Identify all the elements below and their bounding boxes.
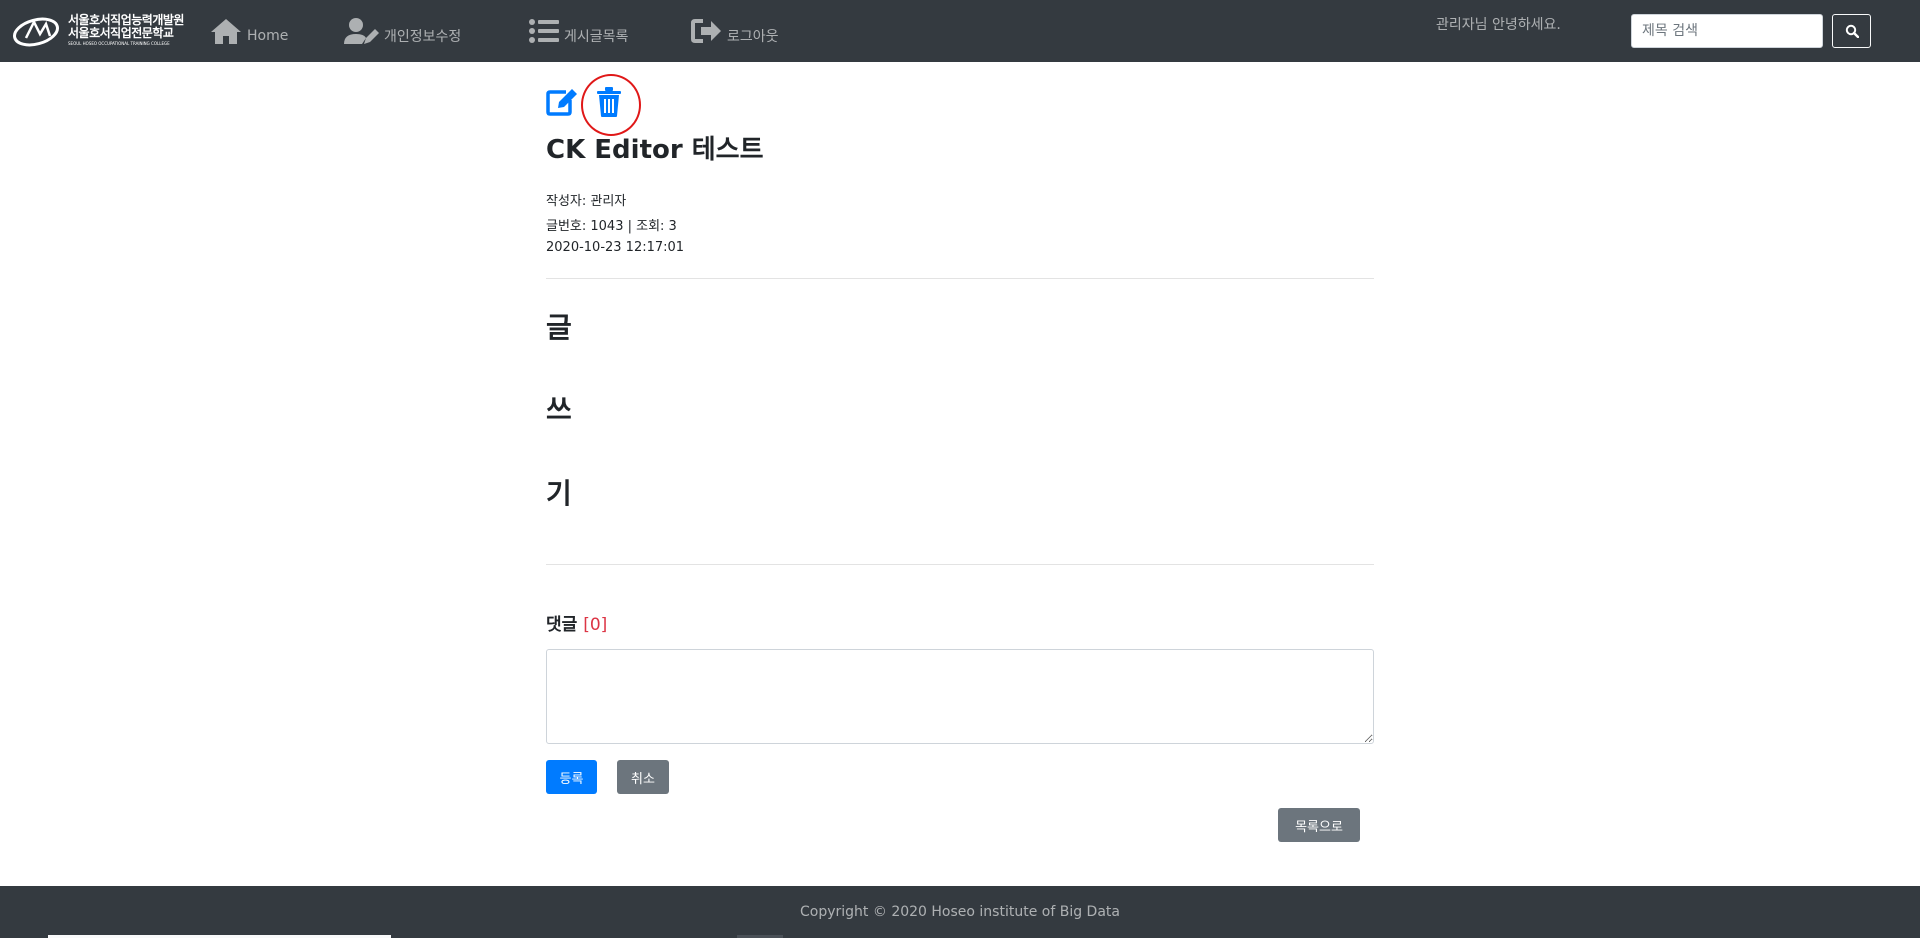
logo-line2: 서울호서직업전문학교 xyxy=(68,26,174,40)
post-author: 작성자: 관리자 xyxy=(546,194,627,209)
greeting-text: 관리자님 안녕하세요. xyxy=(1436,17,1561,33)
edit-post-button[interactable] xyxy=(543,84,579,120)
sign-out-icon xyxy=(691,19,721,43)
post-title: CK Editor 테스트 xyxy=(546,135,764,165)
brand-logo[interactable]: 서울호서직업능력개발원 서울호서직업전문학교 SEOUL HOSEO OCCUP… xyxy=(12,10,184,52)
search-button[interactable] xyxy=(1832,14,1871,48)
comments-label: 댓글 xyxy=(546,615,578,635)
logo-subtitle: SEOUL HOSEO OCCUPATIONAL TRAINING COLLEG… xyxy=(68,41,170,46)
nav-profile[interactable]: 개인정보수정 xyxy=(342,0,461,62)
divider-top xyxy=(546,278,1374,279)
comments-heading: 댓글 [0] xyxy=(546,610,607,635)
footer: Copyright © 2020 Hoseo institute of Big … xyxy=(0,886,1920,938)
nav-board-list-label: 게시글목록 xyxy=(564,29,629,45)
user-edit-icon xyxy=(344,18,379,44)
home-icon xyxy=(211,19,241,44)
comments-count: [0] xyxy=(583,615,608,635)
footer-copyright: Copyright © 2020 Hoseo institute of Big … xyxy=(800,904,1120,920)
edit-icon xyxy=(546,89,577,116)
post-number-views: 글번호: 1043 | 조회: 3 xyxy=(546,219,677,234)
search-input[interactable] xyxy=(1631,14,1823,48)
nav-home-label: Home xyxy=(247,28,289,44)
post-body-line: 기 xyxy=(546,477,572,510)
nav-profile-label: 개인정보수정 xyxy=(384,29,462,45)
post-body-line: 글 xyxy=(546,311,572,344)
back-to-list-button[interactable]: 목록으로 xyxy=(1278,808,1360,842)
nav-logout[interactable]: 로그아웃 xyxy=(691,0,779,62)
comment-cancel-button[interactable]: 취소 xyxy=(617,760,669,794)
post-date: 2020-10-23 12:17:01 xyxy=(546,240,685,255)
search-icon xyxy=(1845,24,1859,38)
nav-home[interactable]: Home xyxy=(209,0,288,62)
comment-input[interactable] xyxy=(546,649,1374,744)
list-icon xyxy=(529,19,559,43)
comment-submit-button[interactable]: 등록 xyxy=(546,760,597,794)
annotation-circle xyxy=(581,74,641,136)
divider-bottom xyxy=(546,564,1374,565)
top-navbar: 서울호서직업능력개발원 서울호서직업전문학교 SEOUL HOSEO OCCUP… xyxy=(0,0,1920,62)
post-body-line: 쓰 xyxy=(546,393,572,426)
nav-board-list[interactable]: 게시글목록 xyxy=(528,0,628,62)
nav-logout-label: 로그아웃 xyxy=(727,29,779,45)
logo-icon xyxy=(13,17,59,47)
